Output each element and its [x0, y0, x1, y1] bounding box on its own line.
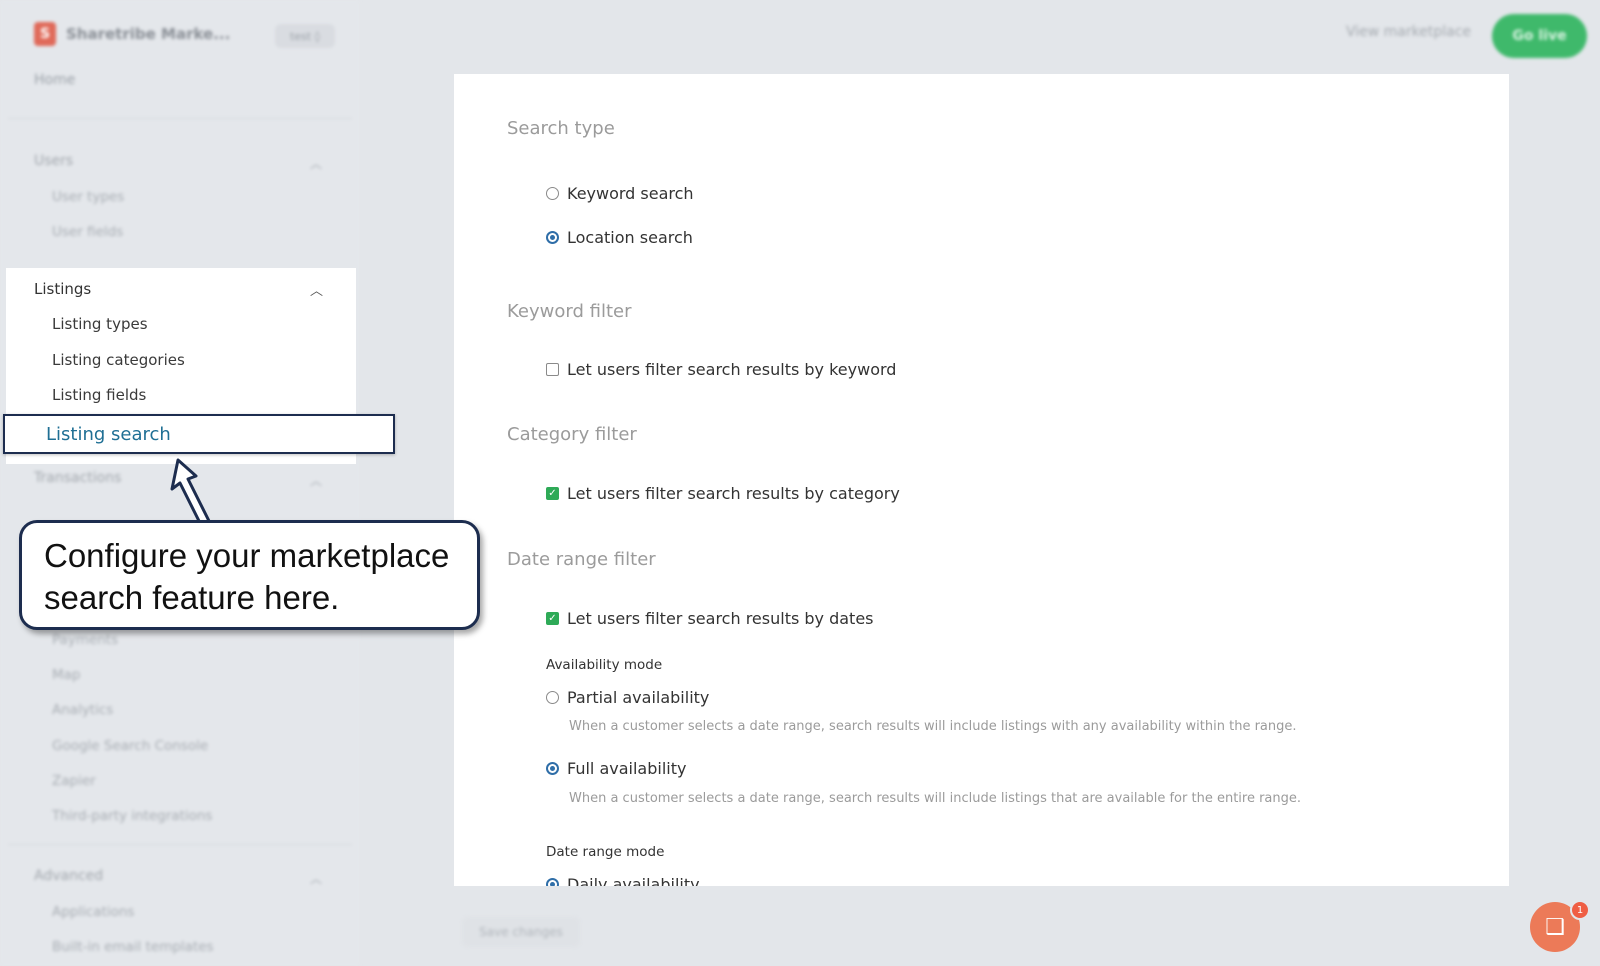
checkbox-checked[interactable]: ✓: [546, 487, 559, 500]
chevron-up-icon[interactable]: ︿: [310, 472, 322, 489]
sidebar-group-listings[interactable]: Listings: [34, 280, 91, 298]
sidebar-item-payments[interactable]: Payments: [52, 632, 118, 648]
checkbox[interactable]: [546, 363, 559, 376]
divider: [8, 118, 352, 119]
checkbox-label: Let users filter search results by keywo…: [567, 360, 897, 379]
sidebar-item-user-fields[interactable]: User fields: [52, 224, 123, 240]
chevron-up-icon[interactable]: ︿: [310, 870, 322, 887]
option-label: Partial availability: [567, 688, 710, 707]
section-title-category-filter: Category filter: [507, 424, 637, 445]
radio-button-selected[interactable]: [546, 231, 559, 244]
category-filter-checkbox[interactable]: ✓ Let users filter search results by cat…: [546, 484, 900, 503]
view-marketplace-link[interactable]: View marketplace: [1346, 24, 1471, 40]
sidebar-item-user-types[interactable]: User types: [52, 189, 124, 205]
option-label: Daily availability: [567, 875, 700, 886]
sidebar-item-analytics[interactable]: Analytics: [52, 702, 113, 718]
save-changes-button[interactable]: Save changes: [462, 917, 580, 947]
keyword-search-option[interactable]: Keyword search: [546, 184, 694, 203]
radio-button-selected[interactable]: [546, 762, 559, 775]
sidebar-item-home[interactable]: Home: [34, 72, 75, 88]
option-label: Keyword search: [567, 184, 694, 203]
tutorial-callout: Configure your marketplace search featur…: [19, 520, 480, 630]
sidebar-item-applications[interactable]: Applications: [52, 904, 134, 920]
sidebar-group-users[interactable]: Users: [34, 153, 73, 169]
chevron-up-icon[interactable]: ︿: [310, 280, 323, 299]
date-range-mode-label: Date range mode: [546, 844, 665, 860]
full-availability-help: When a customer selects a date range, se…: [569, 791, 1302, 806]
sidebar-item-listing-categories[interactable]: Listing categories: [52, 351, 185, 369]
sidebar-item-label: Listing search: [46, 424, 171, 445]
sidebar-item-listing-fields[interactable]: Listing fields: [52, 386, 146, 404]
sidebar-item-google-search-console[interactable]: Google Search Console: [52, 738, 208, 754]
date-filter-checkbox[interactable]: ✓ Let users filter search results by dat…: [546, 609, 874, 628]
callout-text: Configure your marketplace search featur…: [44, 537, 450, 616]
section-title-date-range-filter: Date range filter: [507, 549, 656, 570]
sidebar-item-third-party-integrations[interactable]: Third-party integrations: [52, 808, 212, 824]
environment-badge[interactable]: test ◊: [275, 24, 335, 48]
marketplace-name: Sharetribe Marke...: [66, 25, 231, 43]
location-search-option[interactable]: Location search: [546, 228, 693, 247]
sidebar-item-listing-types[interactable]: Listing types: [52, 315, 148, 333]
radio-button[interactable]: [546, 187, 559, 200]
section-title-search-type: Search type: [507, 118, 615, 139]
partial-availability-help: When a customer selects a date range, se…: [569, 719, 1297, 734]
option-label: Full availability: [567, 759, 687, 778]
sidebar: S Sharetribe Marke... test ◊ Home Users …: [0, 0, 360, 966]
keyword-filter-checkbox[interactable]: Let users filter search results by keywo…: [546, 360, 896, 379]
radio-button[interactable]: [546, 691, 559, 704]
go-live-button[interactable]: Go live: [1492, 14, 1587, 58]
listing-search-settings: Search type Keyword search Location sear…: [454, 74, 1509, 886]
daily-availability-option[interactable]: Daily availability: [546, 875, 700, 886]
option-label: Location search: [567, 228, 693, 247]
partial-availability-option[interactable]: Partial availability: [546, 688, 709, 707]
sidebar-item-zapier[interactable]: Zapier: [52, 773, 96, 789]
brand[interactable]: S Sharetribe Marke...: [34, 22, 230, 46]
environment-label: test: [289, 29, 312, 43]
sidebar-group-transactions[interactable]: Transactions: [34, 470, 121, 486]
checkbox-checked[interactable]: ✓: [546, 612, 559, 625]
sidebar-group-advanced[interactable]: Advanced: [34, 868, 103, 884]
radio-button-selected[interactable]: [546, 878, 559, 886]
chevron-up-icon[interactable]: ︿: [310, 155, 322, 172]
section-title-keyword-filter: Keyword filter: [507, 301, 632, 322]
divider: [8, 844, 352, 845]
sidebar-item-email-templates[interactable]: Built-in email templates: [52, 939, 214, 955]
sharetribe-logo-icon: S: [34, 22, 56, 46]
sidebar-item-listing-search[interactable]: Listing search: [3, 414, 395, 454]
chat-notification-badge: 1: [1570, 900, 1590, 920]
sidebar-item-map[interactable]: Map: [52, 667, 81, 683]
full-availability-option[interactable]: Full availability: [546, 759, 686, 778]
checkbox-label: Let users filter search results by dates: [567, 609, 874, 628]
availability-mode-label: Availability mode: [546, 657, 663, 673]
checkbox-label: Let users filter search results by categ…: [567, 484, 900, 503]
